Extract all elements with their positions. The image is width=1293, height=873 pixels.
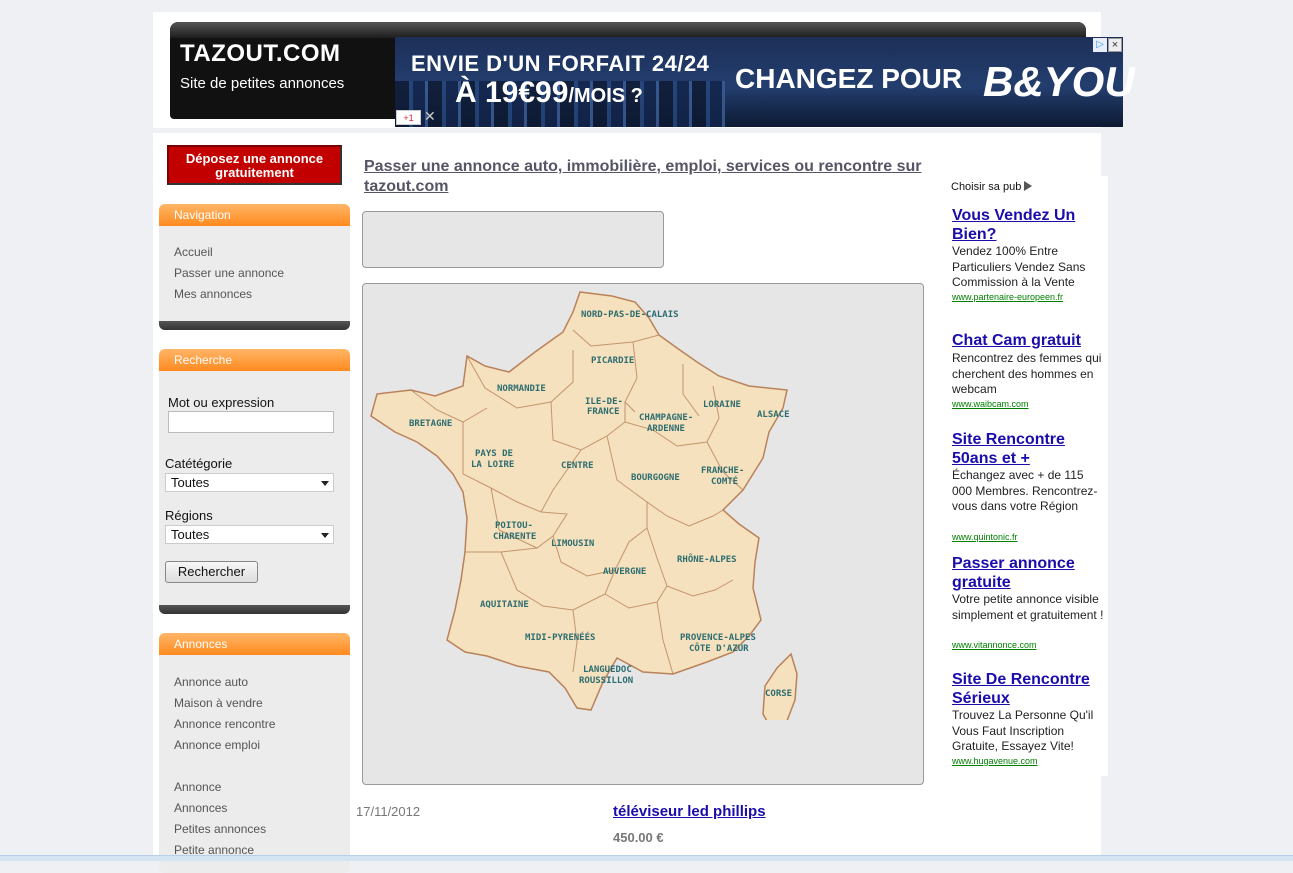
search-title: Recherche (159, 349, 350, 371)
region-label[interactable]: ILE-DE- (585, 397, 623, 407)
region-label[interactable]: CENTRE (561, 461, 594, 471)
ad-url[interactable]: www.quintonic.fr (952, 532, 1018, 542)
region-label[interactable]: FRANCHE- (701, 466, 744, 476)
nav-link-post-ad[interactable]: Passer une annonce (174, 266, 284, 280)
ad-title[interactable]: Site Rencontre 50ans et + (952, 430, 1102, 468)
adchoices-play-icon[interactable] (1024, 181, 1032, 191)
region-label[interactable]: PROVENCE-ALPES (680, 633, 756, 643)
search-button[interactable]: Rechercher (165, 561, 258, 583)
keyword-label: Mot ou expression (168, 395, 275, 410)
page-heading[interactable]: Passer une annonce auto, immobilière, em… (364, 157, 934, 197)
window-bottom-edge (0, 855, 1293, 861)
region-label[interactable]: ARDENNE (647, 424, 685, 434)
chevron-down-icon (321, 533, 329, 538)
ad-title[interactable]: Site De Rencontre Sérieux (952, 670, 1102, 708)
annonces-link-house[interactable]: Maison à vendre (174, 696, 263, 710)
region-label[interactable]: BRETAGNE (409, 419, 452, 429)
annonces-link-petites[interactable]: Petites annonces (174, 822, 266, 836)
ad-url[interactable]: www.partenaire-europeen.fr (952, 292, 1063, 302)
ad-body: Rencontrez des femmes qui cherchent des … (952, 351, 1102, 396)
ad-url[interactable]: www.waibcam.com (952, 399, 1029, 409)
region-label[interactable]: PICARDIE (591, 356, 634, 366)
nav-link-home[interactable]: Accueil (174, 245, 213, 259)
gplus-button[interactable]: +1 (396, 110, 421, 125)
site-name[interactable]: TAZOUT.COM (180, 40, 341, 68)
navigation-box: Navigation Accueil Passer une annonce Me… (159, 204, 350, 330)
ad-choice-label[interactable]: Choisir sa pub (951, 181, 1021, 193)
region-label[interactable]: FRANCE (587, 407, 620, 417)
region-label[interactable]: RHÔNE-ALPES (677, 553, 737, 565)
region-label[interactable]: POITOU- (495, 521, 533, 531)
ad-body: Trouvez La Personne Qu'il Vous Faut Insc… (952, 708, 1094, 753)
navigation-title: Navigation (159, 204, 350, 226)
keyword-input[interactable] (168, 411, 334, 433)
region-label[interactable]: BOURGOGNE (631, 473, 680, 483)
banner-price: À 19€99/MOIS ? (455, 76, 643, 110)
site-tagline: Site de petites annonces (180, 75, 345, 92)
ad-title[interactable]: Vous Vendez Un Bien? (952, 206, 1102, 244)
region-label[interactable]: LORAINE (703, 400, 741, 410)
banner-brand: B&YOU (983, 58, 1135, 105)
annonces-title: Annonces (159, 633, 350, 655)
annonces-box: Annonces Annonce auto Maison à vendre An… (159, 633, 350, 873)
region-label[interactable]: LIMOUSIN (551, 539, 594, 549)
ad-url[interactable]: www.hugavenue.com (952, 756, 1038, 766)
ad-title[interactable]: Passer annonce gratuite (952, 554, 1102, 592)
navigation-footer (159, 321, 350, 330)
category-label: Catétégorie (165, 456, 233, 471)
region-label[interactable]: ROUSSILLON (579, 676, 633, 686)
annonces-link-auto[interactable]: Annonce auto (174, 675, 248, 689)
region-label[interactable]: CHARENTE (493, 532, 536, 542)
region-label[interactable]: AQUITAINE (480, 600, 529, 610)
ad-body: Vendez 100% Entre Particuliers Vendez Sa… (952, 244, 1086, 289)
search-panel (362, 211, 664, 268)
region-label[interactable]: NORD-PAS-DE-CALAIS (581, 310, 679, 320)
regions-select[interactable]: Toutes (165, 525, 334, 544)
banner-cta: CHANGEZ POUR (735, 63, 963, 94)
banner-headline: ENVIE D'UN FORFAIT 24/24 (411, 51, 710, 76)
banner-dismiss-icon[interactable]: ✕ (424, 108, 436, 125)
regions-label: Régions (165, 508, 213, 523)
region-label[interactable]: AUVERGNE (603, 567, 646, 577)
banner-price-value: À 19€99 (455, 76, 569, 109)
region-label[interactable]: LA LOIRE (471, 460, 514, 470)
ad-url[interactable]: www.vitannonce.com (952, 640, 1037, 650)
post-ad-button[interactable]: Déposez une annonce gratuitement (167, 145, 342, 185)
region-label[interactable]: CÔTE D'AZUR (689, 642, 749, 654)
annonces-link-annonce[interactable]: Annonce (174, 780, 221, 794)
search-box: Recherche Mot ou expression Catétégorie … (159, 349, 350, 614)
listing-price: 450.00 € (613, 830, 664, 845)
region-label[interactable]: ALSACE (757, 410, 790, 420)
banner-price-unit: /MOIS ? (568, 85, 643, 107)
region-label[interactable]: LANGUEDOC (583, 665, 632, 675)
corsica-outline[interactable] (762, 652, 798, 720)
region-label[interactable]: CHAMPAGNE- (639, 413, 693, 423)
france-map[interactable]: NORD-PAS-DE-CALAIS PICARDIE NORMANDIE IL… (367, 290, 802, 720)
region-label[interactable]: COMTÉ (711, 475, 738, 487)
ad-body: Échangez avec + de 115 000 Membres. Renc… (952, 468, 1098, 513)
annonces-link-annonces[interactable]: Annonces (174, 801, 227, 815)
regions-select-value: Toutes (171, 527, 210, 542)
search-footer (159, 605, 350, 614)
ad-title[interactable]: Chat Cam gratuit (952, 331, 1102, 350)
ad-body: Votre petite annonce visible simplement … (952, 592, 1104, 622)
category-select[interactable]: Toutes (165, 473, 334, 492)
listing-title-link[interactable]: téléviseur led phillips (613, 803, 766, 820)
region-label[interactable]: NORMANDIE (497, 384, 546, 394)
region-label[interactable]: MIDI-PYRENÉÉS (525, 631, 595, 643)
annonces-link-dating[interactable]: Annonce rencontre (174, 717, 275, 731)
category-select-value: Toutes (171, 475, 210, 490)
close-icon[interactable]: × (1108, 38, 1122, 52)
region-label[interactable]: PAYS DE (475, 449, 513, 459)
chevron-down-icon (321, 481, 329, 486)
adchoices-icon[interactable]: ▷ (1093, 38, 1107, 52)
listing-date: 17/11/2012 (356, 804, 421, 819)
gplus-label: +1 (403, 113, 414, 123)
annonces-link-jobs[interactable]: Annonce emploi (174, 738, 260, 752)
nav-link-my-ads[interactable]: Mes annonces (174, 287, 252, 301)
region-label[interactable]: CORSE (765, 689, 792, 699)
